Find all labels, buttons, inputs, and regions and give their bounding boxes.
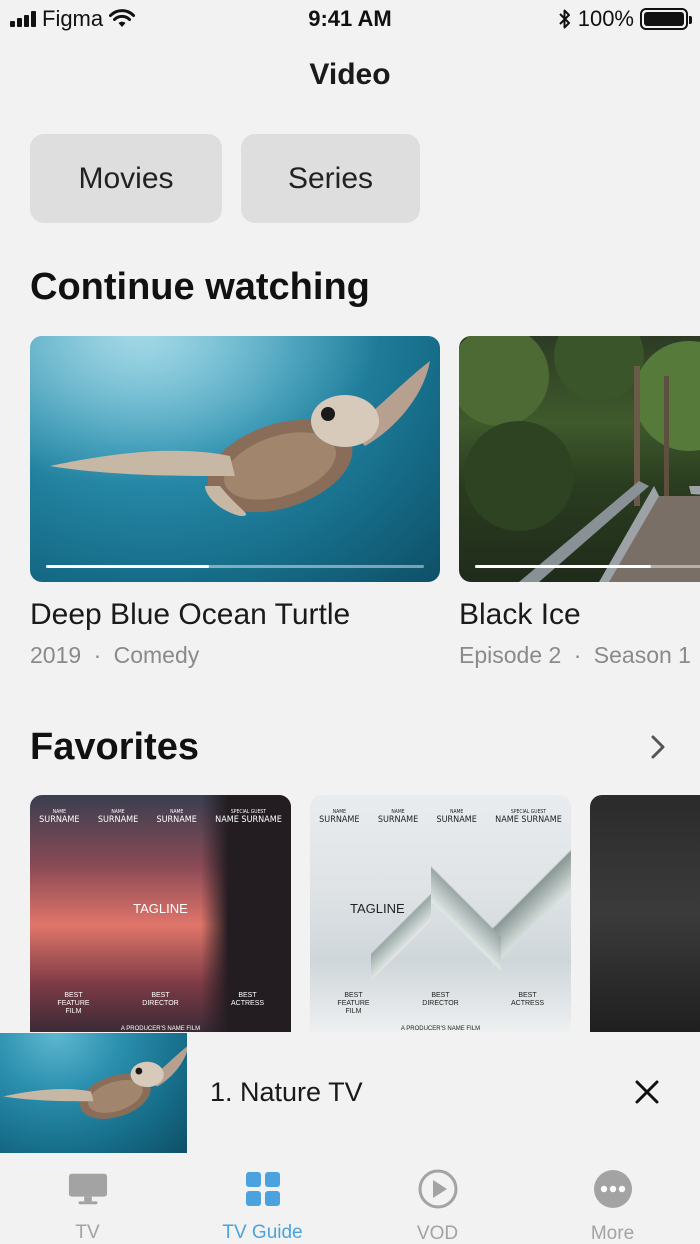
more-icon	[593, 1169, 633, 1209]
credit: SPECIAL GUEST NAME SURNAME	[215, 809, 282, 825]
poster-credits: NAME SURNAME NAME SURNAME NAME SURNAME SPEC…	[310, 809, 571, 825]
continue-card-black-ice[interactable]: Black Ice Episode 2 · Season 1	[459, 336, 700, 669]
favorite-poster[interactable]: NAME SURNAME NAME SURNAME NAME SURNAME SPEC…	[30, 795, 291, 1032]
mini-player-title: 1. Nature TV	[210, 1077, 363, 1107]
credit: NAME SURNAME	[97, 809, 139, 825]
meta-year: 2019	[30, 642, 82, 668]
poster-footer: A PRODUCER'S NAME FILM	[120, 1026, 201, 1032]
tab-label: TV	[75, 1222, 100, 1243]
tab-label: TV Guide	[222, 1222, 303, 1243]
credit: NAME SURNAME	[436, 809, 477, 825]
mini-player[interactable]: 1. Nature TV	[0, 1033, 700, 1153]
continue-watching-title: Continue watching	[30, 266, 370, 308]
continue-item-meta: Episode 2 · Season 1	[459, 642, 700, 669]
award-laurel: BEST FEATURE FILM	[57, 992, 90, 1015]
series-button[interactable]: Series	[241, 134, 420, 223]
tab-vod[interactable]: VOD	[350, 1153, 525, 1244]
black-ice-thumbnail	[459, 336, 700, 582]
credit: NAME SURNAME	[156, 809, 197, 825]
bridge-image	[459, 336, 700, 582]
continue-item-meta: 2019 · Comedy	[30, 642, 440, 669]
credit: NAME SURNAME	[39, 809, 80, 825]
chevron-right-icon[interactable]	[646, 732, 670, 762]
continue-item-title: Black Ice	[459, 598, 581, 631]
turtle-thumbnail	[30, 336, 440, 582]
meta-separator: ·	[573, 642, 582, 668]
award-laurel: BEST DIRECTOR	[142, 992, 179, 1007]
favorites-title: Favorites	[30, 726, 199, 768]
tv-icon	[68, 1169, 108, 1208]
poster-awards: BEST FEATURE FILM BEST DIRECTOR BEST ACT…	[310, 992, 571, 1016]
credit: NAME SURNAME	[377, 809, 419, 825]
credit: NAME SURNAME	[319, 809, 360, 825]
favorite-poster[interactable]: NAME SURNAME NAME SURNAME NAME SURNAME SPEC…	[310, 795, 571, 1032]
poster-footer: A PRODUCER'S NAME FILM	[400, 1026, 481, 1032]
grid-icon	[243, 1169, 283, 1208]
battery-icon	[640, 8, 692, 30]
poster-awards: BEST FEATURE FILM BEST DIRECTOR BEST ACT…	[30, 992, 291, 1016]
meta-separator: ·	[93, 642, 102, 668]
tab-tv-guide[interactable]: TV Guide	[175, 1153, 350, 1244]
movies-button[interactable]: Movies	[30, 134, 222, 223]
turtle-image	[3, 1045, 189, 1119]
meta-genre: Comedy	[113, 642, 200, 668]
status-bar: Figma 9:41 AM 100%	[0, 0, 700, 40]
status-right: 100%	[558, 6, 692, 32]
award-laurel: BEST ACTRESS	[230, 992, 265, 1007]
continue-card-turtle[interactable]: Deep Blue Ocean Turtle 2019 · Comedy	[30, 336, 440, 669]
filter-chips: Movies Series	[30, 134, 420, 223]
poster-credits: NAME SURNAME NAME SURNAME NAME SURNAME SPEC…	[30, 809, 291, 825]
tab-label: VOD	[416, 1223, 459, 1244]
close-icon[interactable]	[634, 1079, 660, 1105]
progress-bar	[46, 565, 424, 568]
meta-season: Season 1	[593, 642, 691, 668]
credit: SPECIAL GUEST NAME SURNAME	[495, 809, 562, 825]
poster-tagline: TAGLINE	[350, 901, 405, 916]
progress-bar	[475, 565, 700, 568]
tab-label: More	[590, 1223, 635, 1244]
award-laurel: BEST ACTRESS	[510, 992, 545, 1007]
mini-player-thumbnail	[0, 1033, 189, 1153]
bluetooth-icon	[559, 9, 570, 29]
award-laurel: BEST FEATURE FILM	[337, 992, 370, 1015]
page-title: Video	[309, 58, 391, 91]
play-circle-icon	[418, 1169, 458, 1209]
continue-item-title: Deep Blue Ocean Turtle	[30, 598, 351, 631]
progress-fill	[46, 565, 209, 568]
favorite-poster[interactable]	[590, 795, 700, 1032]
battery-percent: 100%	[577, 6, 634, 31]
tab-bar: TV TV Guide VOD More	[0, 1153, 700, 1244]
meta-episode: Episode 2	[459, 642, 562, 668]
tab-more[interactable]: More	[525, 1153, 700, 1244]
award-laurel: BEST DIRECTOR	[422, 992, 459, 1007]
turtle-image	[30, 336, 440, 582]
tab-tv[interactable]: TV	[0, 1153, 175, 1244]
progress-fill	[475, 565, 651, 568]
poster-tagline: TAGLINE	[133, 901, 188, 916]
